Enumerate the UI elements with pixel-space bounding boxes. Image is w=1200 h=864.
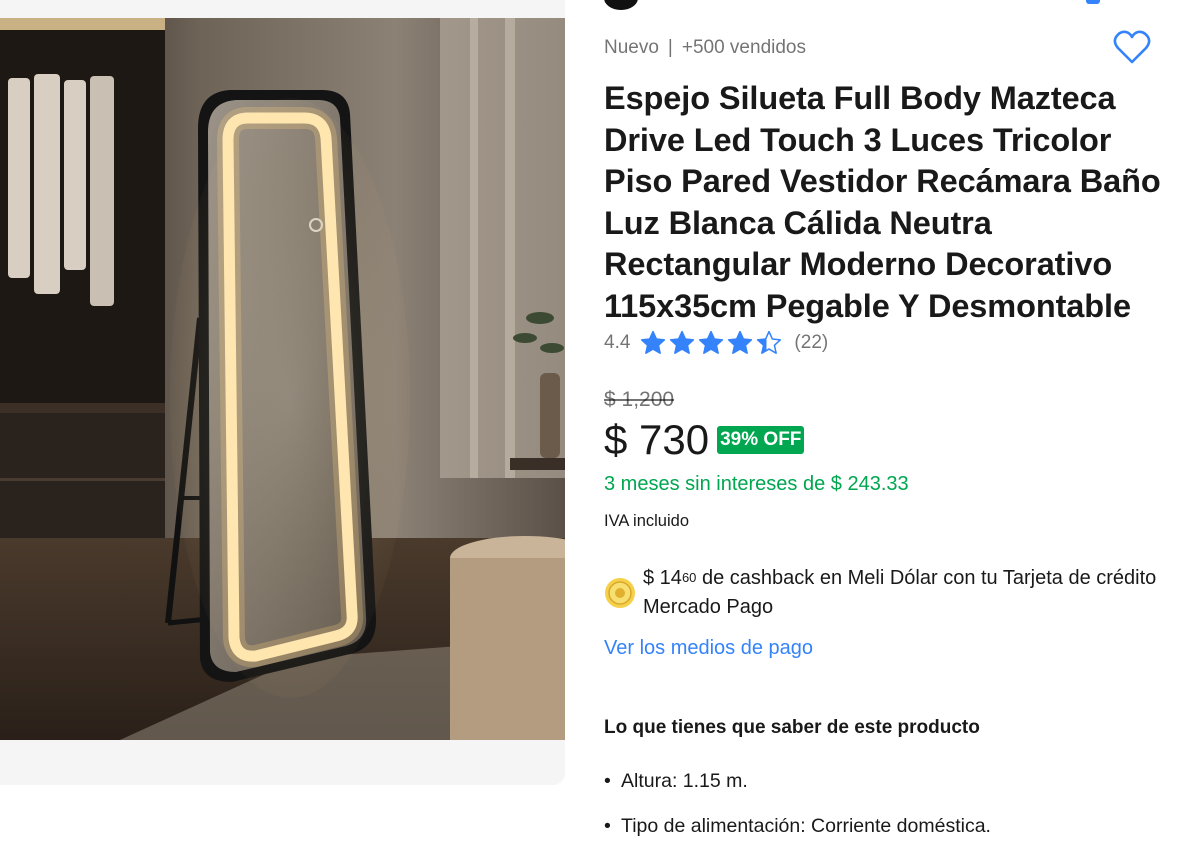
installments-text: 3 meses sin intereses de $ 243.33	[604, 473, 909, 495]
list-item: • Tipo de alimentación: Corriente domésti…	[604, 815, 991, 860]
product-gallery	[0, 0, 565, 785]
product-main-image[interactable]	[0, 18, 565, 740]
highlight-text: Tipo de alimentación: Corriente doméstic…	[621, 815, 991, 837]
price-row: $ 730 39% OFF	[604, 416, 805, 464]
cashback-text: $ 1460 de cashback en Meli Dólar con tu …	[643, 564, 1163, 622]
rating-summary[interactable]: 4.4 (22)	[604, 328, 828, 358]
heart-outline-icon	[1113, 30, 1151, 64]
payment-methods-link[interactable]: Ver los medios de pago	[604, 637, 813, 660]
original-price: $ 1,200	[604, 388, 675, 411]
product-subtitle: Nuevo | +500 vendidos	[604, 37, 806, 59]
subtitle-separator: |	[667, 37, 673, 58]
star-full-icon	[698, 330, 724, 356]
star-full-icon	[669, 330, 695, 356]
bullet-icon: •	[604, 770, 611, 792]
sold-count: +500 vendidos	[681, 37, 806, 58]
current-price: $ 730	[604, 416, 710, 463]
discount-badge: 39% OFF	[717, 426, 805, 454]
rating-average: 4.4	[604, 332, 631, 353]
cashback-amount: $ 14	[643, 567, 682, 589]
favorite-button[interactable]	[1112, 28, 1152, 66]
cashback-cents: 60	[681, 570, 697, 585]
product-title: Espejo Silueta Full Body Mazteca Drive L…	[604, 80, 1161, 324]
tax-note: IVA incluido	[604, 512, 689, 530]
bullet-icon: •	[604, 815, 611, 837]
highlights-list: • Altura: 1.15 m. • Tipo de alimentación: …	[604, 770, 991, 860]
highlight-text: Altura: 1.15 m.	[621, 770, 748, 792]
rating-stars	[640, 330, 782, 356]
meli-dolar-coin-icon	[604, 577, 636, 609]
star-full-icon	[640, 330, 666, 356]
cashback-description: de cashback en Meli Dólar con tu Tarjeta…	[643, 567, 1157, 618]
bookmark-icon[interactable]	[1086, 0, 1100, 4]
rating-count: (22)	[794, 332, 829, 353]
condition-label: Nuevo	[604, 37, 659, 58]
store-logo-icon[interactable]	[604, 0, 638, 10]
star-full-icon	[727, 330, 753, 356]
list-item: • Altura: 1.15 m.	[604, 770, 991, 815]
highlights-title: Lo que tienes que saber de este producto	[604, 717, 980, 738]
mirror-photo	[0, 18, 565, 740]
star-half-icon	[756, 330, 782, 356]
